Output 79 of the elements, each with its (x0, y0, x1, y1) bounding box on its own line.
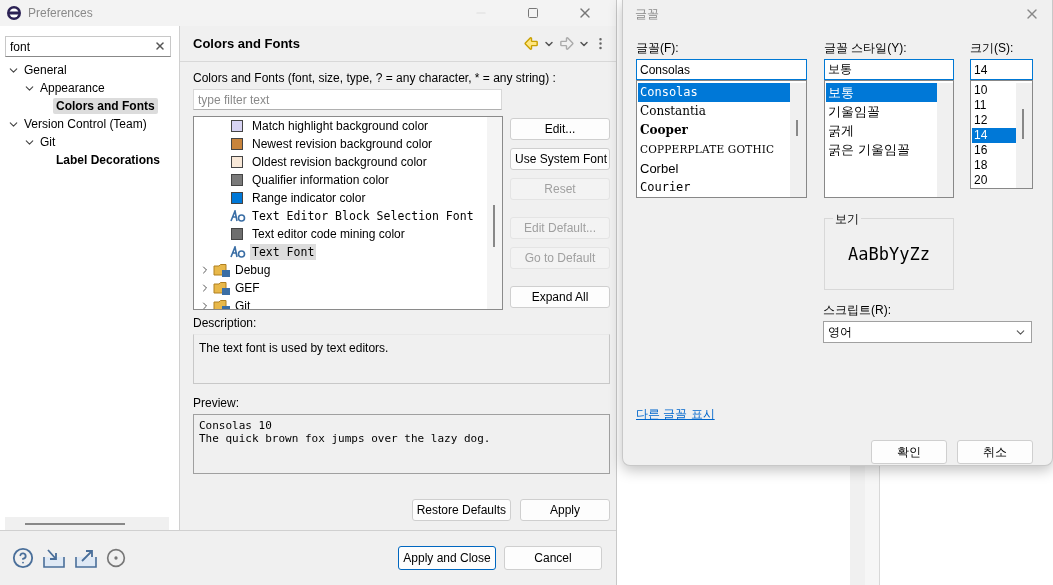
record-icon[interactable] (106, 548, 126, 568)
list-item[interactable]: Oldest revision background color (250, 154, 429, 170)
tree-item[interactable]: Git (37, 134, 59, 150)
font-label: 글꼴(F): (636, 40, 680, 57)
font-option[interactable]: Constantia (638, 102, 790, 121)
page-title: Colors and Fonts (193, 36, 301, 51)
footer-button[interactable]: Apply and Close (398, 546, 496, 570)
folder-icon (213, 280, 231, 296)
size-option[interactable]: 20 (972, 173, 1016, 188)
app-icon (6, 5, 22, 21)
search-field[interactable]: font (5, 36, 171, 57)
style-option[interactable]: 굵게 (826, 121, 937, 140)
tree-item[interactable]: Appearance (37, 80, 108, 96)
script-label: 스크립트(R): (823, 302, 892, 319)
style-option[interactable]: 기울임꼴 (826, 102, 937, 121)
description-text: The text font is used by text editors. (199, 341, 390, 355)
tree-item[interactable]: Version Control (Team) (21, 116, 150, 132)
style-label: 글꼴 스타일(Y): (824, 40, 908, 57)
clear-icon[interactable] (154, 40, 166, 52)
size-option[interactable]: 18 (972, 158, 1016, 173)
size-option[interactable]: 10 (972, 83, 1016, 98)
scrollbar[interactable] (937, 83, 953, 197)
import-icon[interactable] (42, 547, 66, 569)
sample-text: AaBbYyZz (848, 244, 930, 264)
font-option[interactable]: Consolas (638, 83, 790, 102)
filter-field[interactable]: type filter text (193, 89, 502, 110)
style-option[interactable]: 보통 (826, 83, 937, 102)
list-item[interactable]: Text Editor Block Selection Font (250, 208, 476, 224)
dialog-title: 글꼴 (635, 5, 660, 23)
filter-label: Colors and Fonts (font, size, type, ? = any character, * = any string) : (193, 71, 557, 85)
list-item[interactable]: Newest revision background color (250, 136, 435, 152)
preview-text: Consolas 10 (199, 419, 273, 432)
list-item[interactable]: Text Font (250, 244, 317, 260)
font-name-field[interactable]: Consolas (636, 59, 807, 80)
list-item[interactable]: Debug (233, 262, 273, 278)
action-button[interactable]: Use System Font (510, 148, 610, 170)
scrollbar[interactable] (487, 117, 502, 309)
page-button[interactable]: Apply (520, 499, 610, 521)
font-option[interactable]: COPPERPLATE GOTHIC (638, 140, 790, 159)
action-button[interactable]: Edit... (510, 118, 610, 140)
preview-label: Preview: (193, 396, 240, 410)
scrollbar[interactable] (5, 517, 169, 530)
tree-item[interactable]: Colors and Fonts (53, 98, 158, 114)
size-option[interactable]: 12 (972, 113, 1016, 128)
style-field[interactable]: 보통 (824, 59, 954, 80)
more-fonts-link[interactable]: 다른 글꼴 표시 (636, 406, 715, 423)
folder-icon (213, 262, 231, 278)
size-option[interactable]: 16 (972, 143, 1016, 158)
font-icon (230, 246, 246, 258)
dialog-button[interactable]: 취소 (957, 440, 1033, 464)
style-option[interactable]: 굵은 기울임꼴 (826, 140, 937, 159)
list-item[interactable]: Range indicator color (250, 190, 368, 206)
dialog-button[interactable]: 확인 (871, 440, 947, 464)
tree-item[interactable]: General (21, 62, 70, 78)
scrollbar[interactable] (790, 83, 806, 197)
font-option[interactable]: Cooper (638, 121, 790, 140)
list-item[interactable]: Qualifier information color (250, 172, 391, 188)
page-button[interactable]: Restore Defaults (411, 499, 511, 521)
footer-button[interactable]: Cancel (504, 546, 602, 570)
size-field[interactable]: 14 (970, 59, 1033, 80)
font-option[interactable]: Courier (638, 178, 790, 197)
description-label: Description: (193, 316, 258, 330)
size-option[interactable]: 11 (972, 98, 1016, 113)
action-button[interactable]: Expand All (510, 286, 610, 308)
preview-text: The quick brown fox jumps over the lazy dog. (199, 432, 492, 445)
window-title: Preferences (28, 6, 94, 20)
font-icon (230, 210, 246, 222)
list-item[interactable]: GEF (233, 280, 262, 296)
size-option[interactable]: 14 (972, 128, 1016, 143)
tree-item[interactable]: Label Decorations (53, 152, 164, 168)
sample-label: 보기 (833, 211, 861, 228)
list-item[interactable]: Text editor code mining color (250, 226, 407, 242)
list-item[interactable]: Match highlight background color (250, 118, 431, 134)
size-label: 크기(S): (970, 40, 1015, 57)
export-icon[interactable] (74, 547, 98, 569)
help-icon[interactable] (12, 547, 34, 569)
script-select[interactable]: 영어 (823, 321, 1032, 343)
scrollbar[interactable] (1016, 83, 1032, 188)
font-option[interactable]: Corbel (638, 159, 790, 178)
